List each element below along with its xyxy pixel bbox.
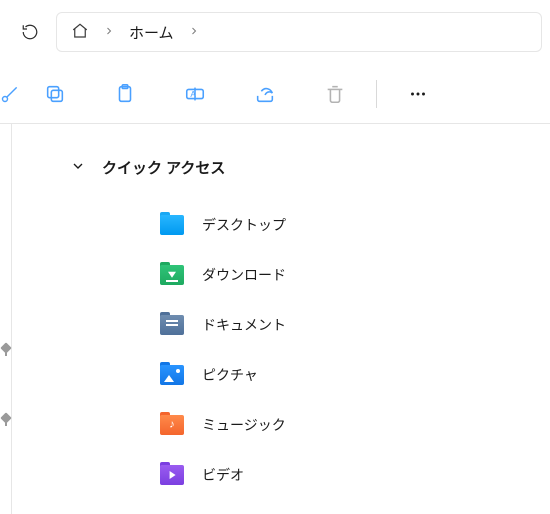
share-button — [230, 65, 300, 123]
svg-text:A: A — [190, 89, 196, 98]
toolbar-divider — [376, 80, 377, 108]
toolbar: A — [0, 64, 550, 124]
quick-access-items: デスクトップ ダウンロード ドキュメント ピクチャ ♪ ミュージック ビデオ — [12, 200, 550, 500]
copy-button — [20, 65, 90, 123]
folder-pictures-icon — [160, 365, 184, 385]
cut-button — [0, 65, 20, 123]
chevron-down-icon[interactable] — [70, 158, 86, 177]
chevron-right-icon — [103, 24, 115, 40]
delete-button — [300, 65, 370, 123]
list-item-music[interactable]: ♪ ミュージック — [160, 400, 550, 450]
folder-videos-icon — [160, 465, 184, 485]
folder-music-icon: ♪ — [160, 415, 184, 435]
home-icon[interactable] — [71, 22, 89, 43]
paste-button — [90, 65, 160, 123]
left-edge — [0, 124, 12, 514]
refresh-icon — [21, 23, 39, 41]
list-item-documents[interactable]: ドキュメント — [160, 300, 550, 350]
list-item-desktop[interactable]: デスクトップ — [160, 200, 550, 250]
folder-documents-icon — [160, 315, 184, 335]
main-list: クイック アクセス デスクトップ ダウンロード ドキュメント ピクチャ ♪ ミュ… — [12, 124, 550, 514]
list-item-videos[interactable]: ビデオ — [160, 450, 550, 500]
item-label: ビデオ — [202, 465, 244, 485]
folder-desktop-icon — [160, 215, 184, 235]
list-item-downloads[interactable]: ダウンロード — [160, 250, 550, 300]
item-label: ピクチャ — [202, 365, 258, 385]
more-icon — [407, 83, 429, 105]
folder-downloads-icon — [160, 265, 184, 285]
content-area: クイック アクセス デスクトップ ダウンロード ドキュメント ピクチャ ♪ ミュ… — [0, 124, 550, 514]
more-button[interactable] — [383, 65, 453, 123]
breadcrumb-bar[interactable]: ホーム — [56, 12, 542, 52]
item-label: ミュージック — [202, 415, 286, 435]
rename-button: A — [160, 65, 230, 123]
chevron-right-icon[interactable] — [188, 24, 200, 40]
address-bar-row: ホーム — [0, 0, 550, 64]
pin-icon — [0, 344, 11, 358]
item-label: ドキュメント — [202, 315, 286, 335]
pin-icon — [0, 414, 11, 428]
item-label: ダウンロード — [202, 265, 286, 285]
list-item-pictures[interactable]: ピクチャ — [160, 350, 550, 400]
item-label: デスクトップ — [202, 215, 286, 235]
section-header-quick-access[interactable]: クイック アクセス — [12, 152, 550, 182]
breadcrumb-current[interactable]: ホーム — [129, 22, 174, 43]
section-title: クイック アクセス — [102, 157, 225, 178]
refresh-button[interactable] — [12, 14, 48, 50]
